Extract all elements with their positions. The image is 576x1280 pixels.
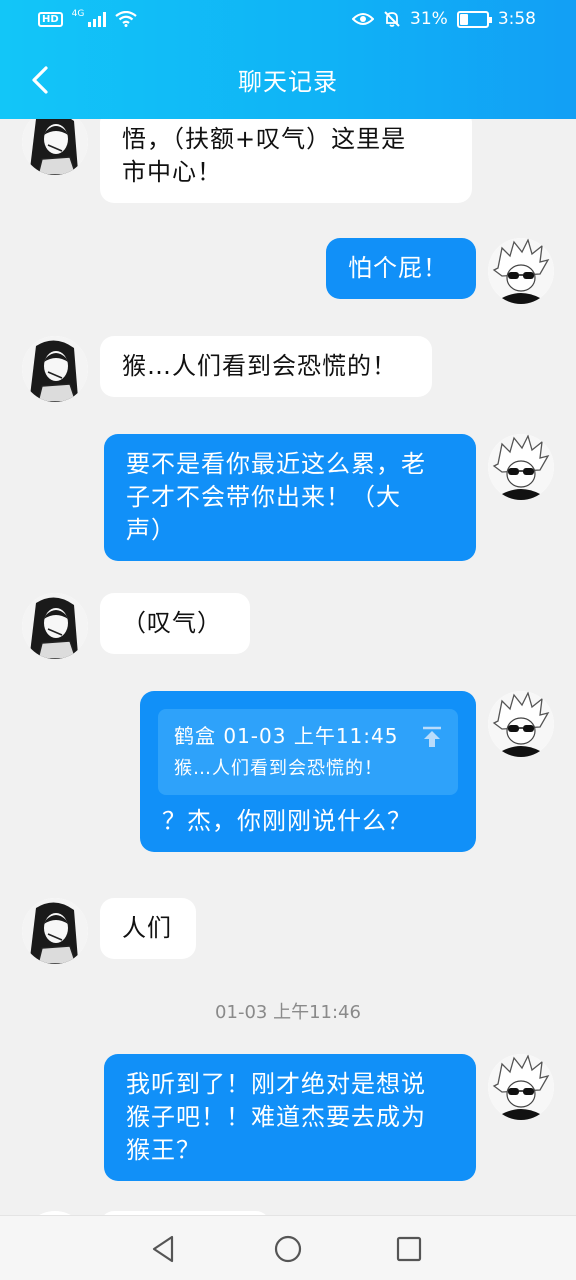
triangle-back-icon[interactable] — [148, 1233, 180, 1265]
quoted-message[interactable]: 鹤盒 01-03 上午11:45 猴…人们看到会恐慌的！ — [158, 709, 458, 795]
app-header: HD 4G 31% 3:58 聊天记录 — [0, 0, 576, 119]
avatar-left[interactable] — [22, 898, 88, 964]
status-left: HD 4G — [38, 9, 138, 27]
avatar-left[interactable] — [22, 336, 88, 402]
system-nav-bar — [0, 1215, 576, 1280]
message-text: ？杰，你刚刚说什么？ — [162, 807, 412, 835]
message-text: 市中心！ — [122, 158, 222, 186]
bell-off-icon — [384, 11, 400, 27]
battery-percent: 31% — [410, 9, 448, 29]
avatar-image — [22, 336, 88, 402]
avatar-image — [22, 593, 88, 659]
status-right: 31% 3:58 — [352, 9, 536, 29]
message-text: 声） — [126, 516, 176, 544]
message-text: 猴子吧！！难道杰要去成为 — [126, 1103, 426, 1131]
arrow-up-to-line-icon[interactable] — [420, 725, 444, 749]
message-text: 我听到了！刚才绝对是想说 — [126, 1070, 426, 1098]
timestamp: 01-03 上午11:46 — [215, 1002, 361, 1023]
message-text: 人们 — [122, 914, 172, 942]
page-title: 聊天记录 — [238, 68, 338, 96]
avatar-right[interactable] — [488, 1054, 554, 1120]
message-text: 怕个屁！ — [348, 254, 448, 282]
signal-icon — [88, 11, 107, 27]
message-text: 猴…人们看到会恐慌的！ — [122, 352, 397, 380]
avatar-image — [488, 691, 554, 757]
message-bubble-right[interactable]: 要不是看你最近这么累，老 子才不会带你出来！（大 声） — [104, 434, 476, 561]
message-bubble-left[interactable]: 悟，（扶额+叹气）这里是 市中心！ — [100, 119, 472, 203]
hd-badge: HD — [38, 11, 63, 27]
quote-meta: 鹤盒 01-03 上午11:45 — [174, 724, 399, 748]
message-text: 猴王？ — [126, 1136, 201, 1164]
message-bubble-left[interactable]: 猴…人们看到会恐慌的！ — [100, 336, 432, 397]
avatar-right[interactable] — [488, 691, 554, 757]
battery-icon — [456, 10, 492, 28]
avatar-image — [22, 898, 88, 964]
avatar-left[interactable] — [22, 119, 88, 175]
square-recent-icon[interactable] — [393, 1233, 425, 1265]
avatar-image — [488, 238, 554, 304]
avatar-right[interactable] — [488, 434, 554, 500]
message-bubble-left[interactable]: 人们 — [100, 898, 196, 959]
message-text: 要不是看你最近这么累，老 — [126, 450, 426, 478]
wifi-icon — [115, 11, 138, 27]
message-text: 子才不会带你出来！（大 — [126, 483, 401, 511]
status-bar: HD 4G 31% 3:58 — [0, 0, 576, 38]
circle-home-icon[interactable] — [272, 1233, 304, 1265]
avatar-image — [488, 1054, 554, 1120]
clock: 3:58 — [497, 9, 536, 29]
avatar-image — [488, 434, 554, 500]
message-bubble-left[interactable]: （叹气） — [100, 593, 250, 654]
message-text: （叹气） — [122, 609, 222, 637]
message-bubble-right[interactable]: 鹤盒 01-03 上午11:45 猴…人们看到会恐慌的！ ？杰，你刚刚说什么？ — [140, 691, 476, 852]
message-bubble-right[interactable]: 我听到了！刚才绝对是想说 猴子吧！！难道杰要去成为 猴王？ — [104, 1054, 476, 1181]
quote-text: 猴…人们看到会恐慌的！ — [174, 758, 383, 779]
avatar-image — [22, 119, 88, 175]
message-text: 悟，（扶额+叹气）这里是 — [122, 125, 407, 153]
eye-icon — [352, 13, 375, 25]
message-bubble-right[interactable]: 怕个屁！ — [326, 238, 476, 299]
chat-history[interactable]: 悟，（扶额+叹气）这里是 市中心！ 怕个屁！ 猴…人们看到会恐慌的！ 要不是看你… — [0, 119, 576, 1215]
battery-level — [459, 13, 468, 25]
avatar-left[interactable] — [22, 593, 88, 659]
avatar-right[interactable] — [488, 238, 554, 304]
network-type: 4G — [71, 9, 85, 19]
